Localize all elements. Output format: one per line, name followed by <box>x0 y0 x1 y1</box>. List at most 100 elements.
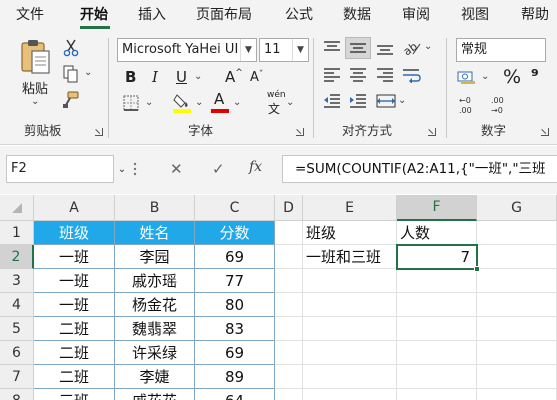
row-header-7[interactable]: 7 <box>0 365 34 389</box>
fill-handle[interactable] <box>474 266 480 272</box>
italic-button[interactable]: I <box>152 68 158 86</box>
font-size-dropdown-icon[interactable]: ▼ <box>292 39 308 61</box>
increase-decimal-icon[interactable]: ←0.00 <box>456 94 484 116</box>
accounting-dropdown-icon[interactable]: ⌄ <box>481 71 489 82</box>
copy-dropdown-icon[interactable]: ⌄ <box>84 67 92 78</box>
empty-cell[interactable] <box>275 389 303 400</box>
wrap-text-icon[interactable] <box>401 66 423 84</box>
summary-header-class[interactable]: 班级 <box>303 221 397 245</box>
column-header-f[interactable]: F <box>397 195 477 221</box>
phonetic-dropdown-icon[interactable]: ⌄ <box>286 97 294 108</box>
column-header-g[interactable]: G <box>477 195 557 221</box>
phonetic-icon[interactable]: 文 <box>268 100 280 117</box>
clipboard-launcher-icon[interactable] <box>95 128 103 136</box>
paste-icon[interactable] <box>18 38 52 76</box>
comma-style-icon[interactable]: ⁹ <box>531 66 539 87</box>
percent-button[interactable]: % <box>503 66 521 88</box>
empty-cell[interactable] <box>397 341 477 365</box>
fill-color-dropdown-icon[interactable]: ⌄ <box>195 97 203 108</box>
worksheet-grid[interactable]: A B C D E F G 1 2 3 4 5 6 7 8 班级 姓名 分数 一… <box>0 195 557 400</box>
table-cell[interactable]: 69 <box>195 245 275 269</box>
font-launcher-icon[interactable] <box>296 128 304 136</box>
table-cell[interactable]: 二班 <box>34 365 115 389</box>
empty-cell[interactable] <box>303 269 397 293</box>
empty-cell[interactable] <box>303 317 397 341</box>
empty-cell[interactable] <box>275 293 303 317</box>
tab-insert[interactable]: 插入 <box>138 0 166 30</box>
copy-icon[interactable] <box>62 65 80 83</box>
font-size-combo[interactable]: 11 ▼ <box>259 38 309 62</box>
tab-help[interactable]: 帮助 <box>521 0 549 30</box>
table-cell[interactable]: 二班 <box>34 341 115 365</box>
font-color-button[interactable]: A <box>214 90 224 108</box>
empty-cell[interactable] <box>275 317 303 341</box>
paste-dropdown-icon[interactable]: ⌄ <box>31 96 39 107</box>
empty-cell[interactable] <box>275 341 303 365</box>
underline-button[interactable]: U <box>176 68 187 86</box>
table-cell[interactable]: 64 <box>195 389 275 400</box>
select-all-corner[interactable] <box>0 195 34 221</box>
empty-cell[interactable] <box>275 365 303 389</box>
empty-cell[interactable] <box>397 389 477 400</box>
row-header-4[interactable]: 4 <box>0 293 34 317</box>
empty-cell[interactable] <box>397 293 477 317</box>
table-cell[interactable]: 一班 <box>34 269 115 293</box>
table-cell[interactable]: 戚亦瑶 <box>115 269 195 293</box>
format-painter-icon[interactable] <box>62 91 80 109</box>
number-launcher-icon[interactable] <box>541 128 549 136</box>
tab-formulas[interactable]: 公式 <box>285 0 313 30</box>
table-cell[interactable]: 80 <box>195 293 275 317</box>
empty-cell[interactable] <box>303 341 397 365</box>
row-header-6[interactable]: 6 <box>0 341 34 365</box>
alignment-launcher-icon[interactable] <box>428 128 436 136</box>
empty-cell[interactable] <box>477 389 557 400</box>
table-header-class[interactable]: 班级 <box>34 221 115 245</box>
empty-cell[interactable] <box>397 317 477 341</box>
increase-indent-icon[interactable] <box>348 92 368 110</box>
empty-cell[interactable] <box>303 365 397 389</box>
table-cell[interactable]: 一班 <box>34 293 115 317</box>
grow-font-button[interactable]: A^ <box>225 68 243 86</box>
empty-cell[interactable] <box>477 317 557 341</box>
row-header-5[interactable]: 5 <box>0 317 34 341</box>
row-header-1[interactable]: 1 <box>0 221 34 245</box>
orientation-icon[interactable]: ab <box>401 39 423 57</box>
summary-header-count[interactable]: 人数 <box>397 221 477 245</box>
align-middle-icon[interactable] <box>348 39 368 57</box>
table-header-score[interactable]: 分数 <box>195 221 275 245</box>
number-format-combo[interactable]: 常规 <box>456 38 546 62</box>
empty-cell[interactable] <box>477 365 557 389</box>
table-cell[interactable]: 许采绿 <box>115 341 195 365</box>
empty-cell[interactable] <box>303 293 397 317</box>
column-header-b[interactable]: B <box>115 195 195 221</box>
fill-color-icon[interactable] <box>172 92 192 114</box>
merge-dropdown-icon[interactable]: ⌄ <box>398 95 406 106</box>
table-cell[interactable]: 二班 <box>34 317 115 341</box>
name-box[interactable]: F2 <box>6 155 114 183</box>
row-header-3[interactable]: 3 <box>0 269 34 293</box>
font-color-dropdown-icon[interactable]: ⌄ <box>233 97 241 108</box>
column-header-d[interactable]: D <box>275 195 303 221</box>
table-cell[interactable]: 77 <box>195 269 275 293</box>
column-header-a[interactable]: A <box>34 195 115 221</box>
table-cell[interactable]: 一班 <box>34 245 115 269</box>
align-left-icon[interactable] <box>322 66 342 84</box>
decrease-indent-icon[interactable] <box>322 92 342 110</box>
formula-input[interactable]: =SUM(COUNTIF(A2:A11,{"一班","三班 <box>282 155 557 183</box>
cut-icon[interactable] <box>62 39 80 57</box>
bold-button[interactable]: B <box>125 68 136 86</box>
orientation-dropdown-icon[interactable]: ⌄ <box>424 41 432 52</box>
empty-cell[interactable] <box>477 341 557 365</box>
table-cell[interactable]: 李园 <box>115 245 195 269</box>
table-header-name[interactable]: 姓名 <box>115 221 195 245</box>
insert-function-icon[interactable]: fx <box>249 159 262 175</box>
borders-icon[interactable] <box>122 94 140 112</box>
tab-page-layout[interactable]: 页面布局 <box>196 0 252 30</box>
merge-center-icon[interactable] <box>375 92 397 110</box>
phonetic-button[interactable]: wén <box>267 90 286 100</box>
table-cell[interactable]: 83 <box>195 317 275 341</box>
empty-cell[interactable] <box>275 221 303 245</box>
cancel-icon[interactable]: ✕ <box>170 160 183 178</box>
borders-dropdown-icon[interactable]: ⌄ <box>145 97 153 108</box>
tab-view[interactable]: 视图 <box>461 0 489 30</box>
